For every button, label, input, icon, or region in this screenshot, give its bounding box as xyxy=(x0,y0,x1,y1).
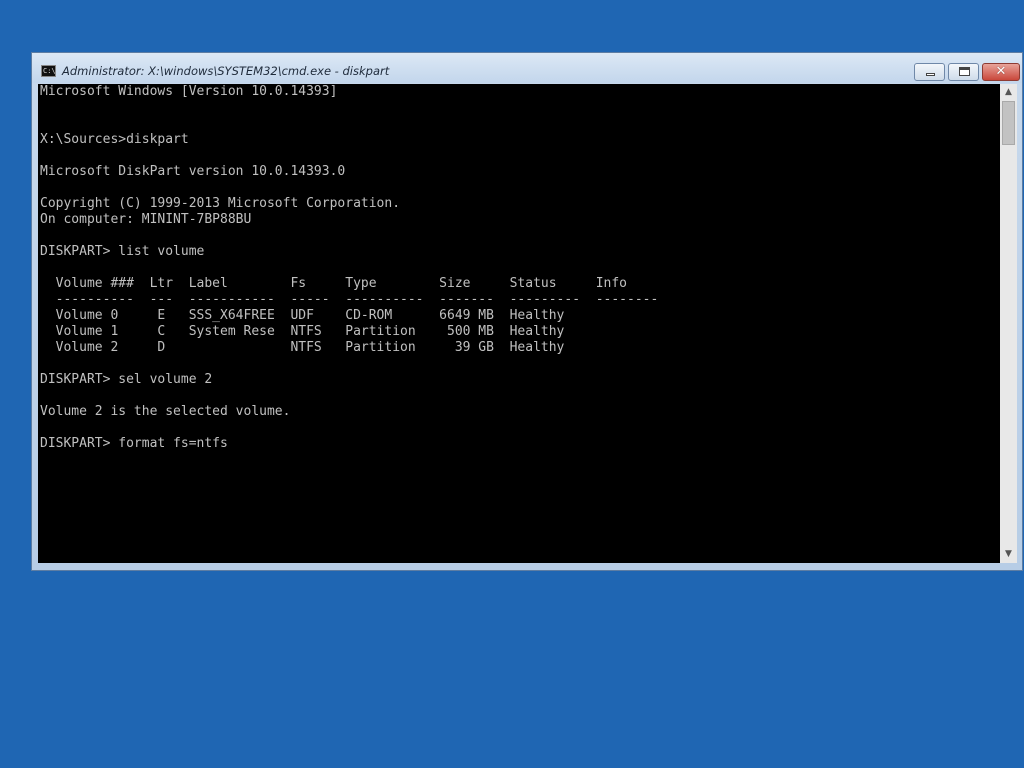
console-line: DISKPART> list volume xyxy=(40,244,205,259)
console-line: Copyright (C) 1999-2013 Microsoft Corpor… xyxy=(40,196,401,211)
console-line: On computer: MININT-7BP88BU xyxy=(40,212,252,227)
scroll-down-icon[interactable]: ▼ xyxy=(1000,546,1017,563)
cmd-app-icon[interactable]: C:\ xyxy=(41,65,56,77)
maximize-icon xyxy=(959,67,970,76)
console-line: DISKPART> sel volume 2 xyxy=(40,372,213,387)
scrollbar-thumb[interactable] xyxy=(1002,101,1015,145)
console-line: Microsoft Windows [Version 10.0.14393] xyxy=(40,84,338,99)
console-line: DISKPART> format fs=ntfs xyxy=(40,436,228,451)
console-line: Volume 2 D NTFS Partition 39 GB Healthy xyxy=(40,340,565,355)
maximize-button[interactable] xyxy=(948,63,979,81)
window-title: Administrator: X:\windows\SYSTEM32\cmd.e… xyxy=(62,64,390,78)
console-line: Microsoft DiskPart version 10.0.14393.0 xyxy=(40,164,346,179)
console-line: Volume ### Ltr Label Fs Type Size Status… xyxy=(40,276,627,291)
console-line: Volume 0 E SSS_X64FREE UDF CD-ROM 6649 M… xyxy=(40,308,565,323)
cmd-window: C:\ Administrator: X:\windows\SYSTEM32\c… xyxy=(31,52,1023,571)
minimize-icon xyxy=(926,73,935,76)
console-text: Microsoft Windows [Version 10.0.14393] X… xyxy=(38,84,1000,452)
vertical-scrollbar[interactable]: ▲ ▼ xyxy=(1000,84,1017,563)
close-icon: ✕ xyxy=(995,64,1007,79)
console-line: Volume 2 is the selected volume. xyxy=(40,404,291,419)
console-line: X:\Sources>diskpart xyxy=(40,132,189,147)
console-line: Volume 1 C System Rese NTFS Partition 50… xyxy=(40,324,565,339)
console-output[interactable]: Microsoft Windows [Version 10.0.14393] X… xyxy=(38,84,1000,563)
minimize-button[interactable] xyxy=(914,63,945,81)
console-line: ---------- --- ----------- ----- -------… xyxy=(40,292,659,307)
close-button[interactable]: ✕ xyxy=(982,63,1020,81)
title-bar[interactable]: C:\ Administrator: X:\windows\SYSTEM32\c… xyxy=(32,53,1022,83)
scroll-up-icon[interactable]: ▲ xyxy=(1000,84,1017,101)
